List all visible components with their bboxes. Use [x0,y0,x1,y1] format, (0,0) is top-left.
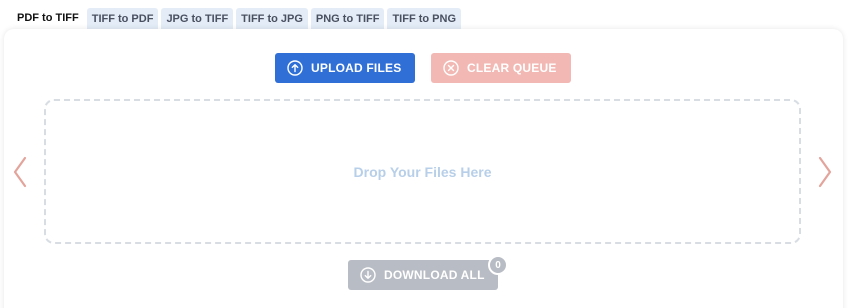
file-dropzone[interactable]: Drop Your Files Here [44,99,801,244]
upload-files-label: UPLOAD FILES [311,61,402,75]
arrow-down-circle-icon [360,267,376,283]
download-all-label: DOWNLOAD ALL [384,268,485,282]
arrow-up-circle-icon [287,60,303,76]
download-count-badge: 0 [488,255,508,275]
clear-queue-button[interactable]: CLEAR QUEUE [431,53,571,83]
converter-tabs: PDF to TIFF TIFF to PDF JPG to TIFF TIFF… [12,6,461,30]
tab-pdf-to-tiff[interactable]: PDF to TIFF [12,6,84,30]
tab-jpg-to-tiff[interactable]: JPG to TIFF [161,8,234,30]
chevron-left-icon [13,156,27,188]
tab-png-to-tiff[interactable]: PNG to TIFF [310,8,385,30]
dropzone-text: Drop Your Files Here [353,163,492,180]
clear-queue-label: CLEAR QUEUE [467,61,557,75]
previous-arrow[interactable] [12,155,28,189]
x-circle-icon [443,60,459,76]
upload-files-button[interactable]: UPLOAD FILES [275,53,415,83]
tab-tiff-to-jpg[interactable]: TIFF to JPG [236,8,308,30]
tab-tiff-to-png[interactable]: TIFF to PNG [387,8,461,30]
download-all-button[interactable]: DOWNLOAD ALL [348,260,498,290]
next-arrow[interactable] [817,155,833,189]
chevron-right-icon [818,156,832,188]
tab-tiff-to-pdf[interactable]: TIFF to PDF [86,8,159,30]
